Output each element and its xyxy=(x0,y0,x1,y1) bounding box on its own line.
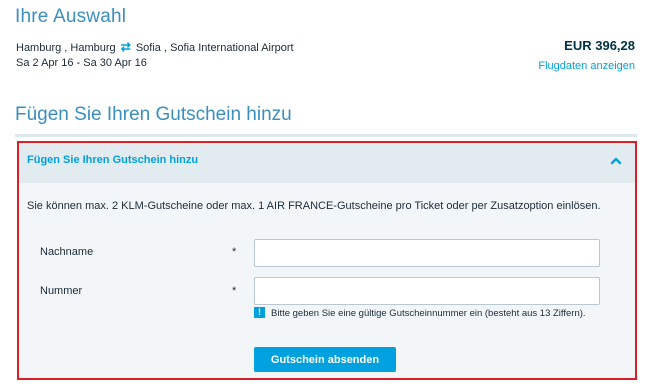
travel-dates: Sa 2 Apr 16 - Sa 30 Apr 16 xyxy=(16,57,147,69)
route-summary: Hamburg , Hamburg ⇄ Sofia , Sofia Intern… xyxy=(16,40,294,54)
voucher-panel-toggle[interactable]: Fügen Sie Ihren Gutschein hinzu xyxy=(19,143,635,183)
voucher-panel: Fügen Sie Ihren Gutschein hinzu Sie könn… xyxy=(17,141,637,380)
chevron-up-icon[interactable] xyxy=(610,155,622,167)
voucher-number-required-mark: * xyxy=(232,285,237,297)
destination-label: Sofia , Sofia International Airport xyxy=(135,42,294,54)
voucher-panel-title: Fügen Sie Ihren Gutschein hinzu xyxy=(27,154,199,166)
warning-icon: ! xyxy=(254,307,265,318)
section-divider xyxy=(15,134,637,137)
selection-title: Ihre Auswahl xyxy=(15,6,127,27)
voucher-number-input[interactable] xyxy=(254,277,600,305)
voucher-number-label: Nummer xyxy=(40,285,83,297)
surname-input[interactable] xyxy=(254,239,600,267)
origin-label: Hamburg , Hamburg xyxy=(16,42,116,54)
surname-label: Nachname xyxy=(40,246,94,258)
show-flight-details-link[interactable]: Flugdaten anzeigen xyxy=(538,60,635,72)
round-trip-icon: ⇄ xyxy=(120,40,131,54)
submit-voucher-button[interactable]: Gutschein absenden xyxy=(254,347,396,372)
surname-required-mark: * xyxy=(232,246,237,258)
error-message: Bitte geben Sie eine gültige Gutscheinnu… xyxy=(271,308,586,319)
voucher-limit-info: Sie können max. 2 KLM-Gutscheine oder ma… xyxy=(27,200,601,212)
total-price: EUR 396,28 xyxy=(564,38,635,53)
voucher-section-heading: Fügen Sie Ihren Gutschein hinzu xyxy=(15,104,292,125)
